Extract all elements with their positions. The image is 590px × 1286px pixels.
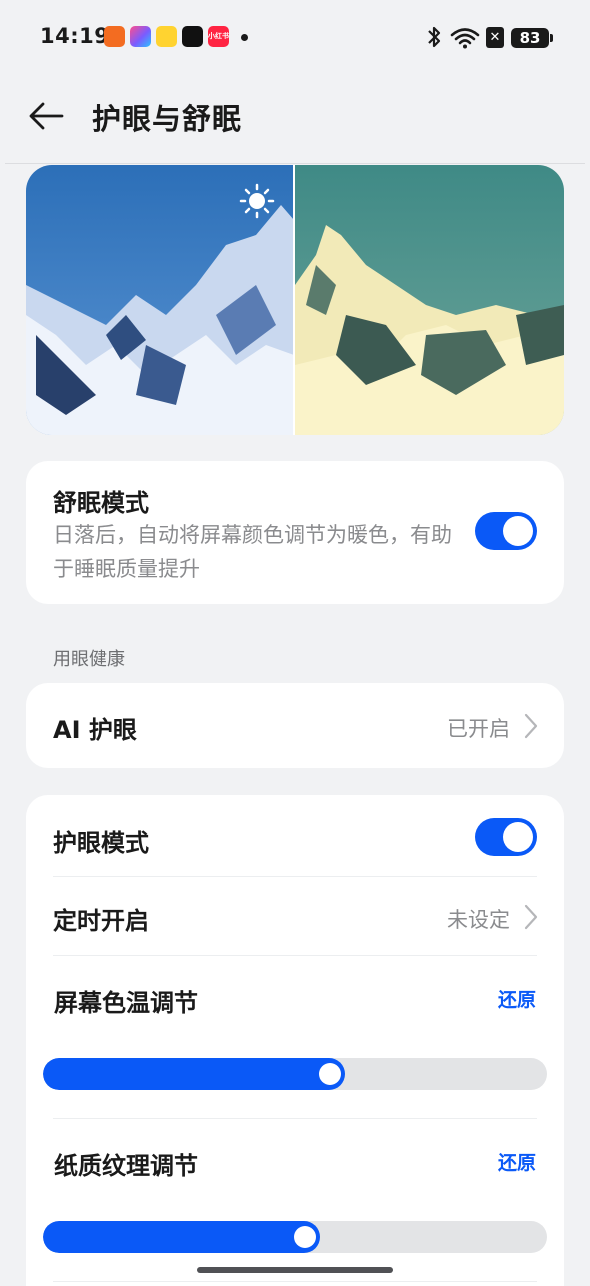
paper-texture-reset-button[interactable]: 还原 bbox=[498, 1148, 536, 1175]
status-bar: 14:19 小红书 ✕ 83 bbox=[0, 0, 590, 76]
toggle-knob bbox=[503, 822, 533, 852]
ai-eye-care-status: 已开启 bbox=[447, 717, 510, 741]
divider bbox=[53, 955, 537, 956]
page-title: 护眼与舒眠 bbox=[92, 102, 243, 136]
schedule-value: 未设定 bbox=[447, 908, 510, 932]
app-icon bbox=[130, 26, 151, 47]
bluetooth-icon bbox=[428, 26, 441, 48]
sleep-mode-card: 舒眠模式 日落后，自动将屏幕颜色调节为暖色，有助于睡眠质量提升 bbox=[26, 461, 564, 604]
chevron-right-icon bbox=[524, 713, 538, 739]
slider-thumb[interactable] bbox=[319, 1063, 341, 1085]
color-temperature-title: 屏幕色温调节 bbox=[54, 989, 198, 1017]
weibo-icon bbox=[156, 26, 177, 47]
eye-comfort-mode-toggle[interactable] bbox=[475, 818, 537, 856]
color-temperature-slider[interactable] bbox=[43, 1058, 547, 1090]
toggle-knob bbox=[503, 516, 533, 546]
slider-fill bbox=[43, 1221, 320, 1253]
paper-texture-slider[interactable] bbox=[43, 1221, 547, 1253]
ai-eye-care-title: AI 护眼 bbox=[53, 716, 137, 744]
back-arrow-icon[interactable] bbox=[26, 96, 66, 136]
divider bbox=[53, 1118, 537, 1119]
sleep-mode-toggle[interactable] bbox=[475, 512, 537, 550]
divider bbox=[53, 1281, 537, 1282]
eye-comfort-card: 护眼模式 定时开启 未设定 屏幕色温调节 还原 纸质纹理调节 还原 bbox=[26, 795, 564, 1286]
battery-icon: 83 bbox=[511, 28, 553, 48]
sleep-mode-title: 舒眠模式 bbox=[53, 489, 149, 517]
eye-comfort-mode-title: 护眼模式 bbox=[53, 829, 149, 857]
color-temperature-reset-button[interactable]: 还原 bbox=[498, 985, 536, 1012]
chevron-right-icon bbox=[524, 904, 538, 930]
taobao-app-icon bbox=[104, 26, 125, 47]
schedule-title: 定时开启 bbox=[53, 907, 149, 935]
slider-thumb[interactable] bbox=[294, 1226, 316, 1248]
header-divider bbox=[5, 163, 585, 164]
eye-comfort-preview-image bbox=[26, 165, 564, 435]
notification-dot-icon bbox=[241, 34, 248, 41]
xiaohongshu-icon: 小红书 bbox=[208, 26, 229, 47]
status-time: 14:19 bbox=[40, 24, 110, 48]
paper-texture-title: 纸质纹理调节 bbox=[54, 1152, 198, 1180]
no-sim-icon: ✕ bbox=[486, 27, 504, 48]
schedule-row[interactable]: 定时开启 未设定 bbox=[26, 877, 564, 955]
home-indicator[interactable] bbox=[197, 1267, 393, 1273]
douyin-icon bbox=[182, 26, 203, 47]
slider-fill bbox=[43, 1058, 345, 1090]
section-eye-health-label: 用眼健康 bbox=[53, 649, 125, 670]
wifi-icon bbox=[450, 28, 480, 49]
sleep-mode-description: 日落后，自动将屏幕颜色调节为暖色，有助于睡眠质量提升 bbox=[53, 523, 452, 581]
ai-eye-care-row[interactable]: AI 护眼 已开启 bbox=[26, 683, 564, 768]
